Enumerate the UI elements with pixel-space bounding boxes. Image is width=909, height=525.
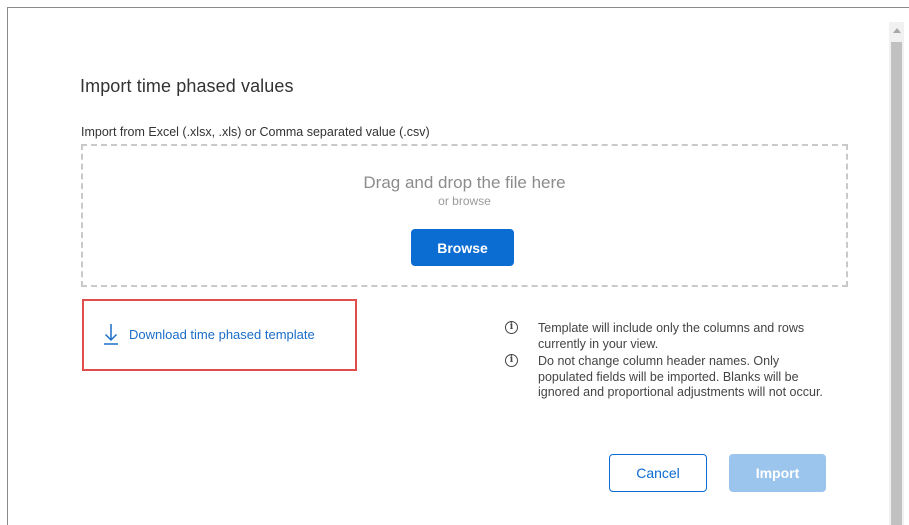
info-icon: i <box>505 321 518 334</box>
scroll-up-arrow-icon[interactable] <box>893 28 901 33</box>
info-notes: i Template will include only the columns… <box>505 321 825 401</box>
download-template-link[interactable]: Download time phased template <box>103 320 315 348</box>
or-browse-text: or browse <box>438 194 491 208</box>
dialog-title: Import time phased values <box>80 76 294 96</box>
info-icon: i <box>505 354 518 367</box>
info-note: i Do not change column header names. Onl… <box>505 354 825 401</box>
browse-button[interactable]: Browse <box>411 229 514 266</box>
scrollbar-thumb[interactable] <box>891 42 902 525</box>
import-source-label: Import from Excel (.xlsx, .xls) or Comma… <box>81 125 430 139</box>
cancel-button[interactable]: Cancel <box>609 454 707 492</box>
download-template-label: Download time phased template <box>129 326 315 342</box>
info-note-text: Template will include only the columns a… <box>538 321 805 351</box>
file-dropzone[interactable]: Drag and drop the file here or browse Br… <box>81 144 848 287</box>
info-note-text: Do not change column header names. Only … <box>538 354 823 399</box>
drag-drop-text: Drag and drop the file here <box>363 173 566 192</box>
import-button[interactable]: Import <box>729 454 826 492</box>
download-arrow-icon <box>104 324 118 345</box>
info-note: i Template will include only the columns… <box>505 321 825 352</box>
